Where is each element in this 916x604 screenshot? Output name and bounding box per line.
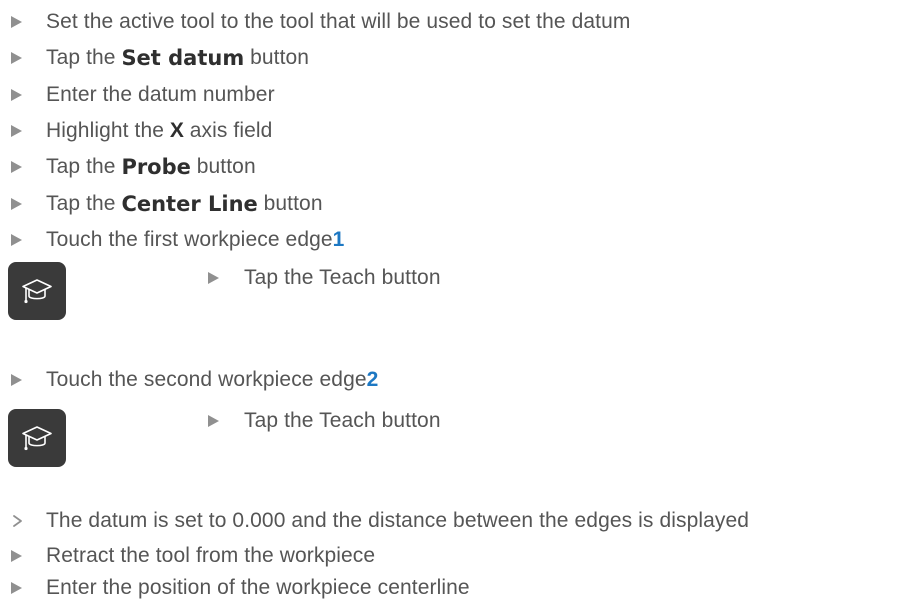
step-text-suffix: axis field <box>189 119 273 142</box>
step-text: Touch the second workpiece edge <box>46 368 367 391</box>
bullet-arrow-icon <box>0 198 46 210</box>
set-datum-label: Set datum <box>121 46 245 70</box>
teach-button <box>8 262 66 320</box>
step-text: Enter the datum number <box>46 83 275 106</box>
graduation-cap-icon <box>22 279 52 304</box>
list-item: Tap the Set datum button <box>0 42 309 74</box>
step-text: Tap the Teach button <box>244 266 441 289</box>
list-item: Tap the Probe button <box>0 151 256 183</box>
bullet-arrow-icon <box>0 52 46 64</box>
list-item: Tap the Teach button <box>204 262 441 294</box>
bullet-arrow-icon <box>204 272 244 284</box>
graduation-cap-icon <box>22 426 52 451</box>
edge-reference-2: 2 <box>366 368 379 391</box>
step-text: Tap the Teach button <box>244 409 441 432</box>
edge-reference-1: 1 <box>332 228 345 251</box>
step-text: Retract the tool from the workpiece <box>46 544 376 567</box>
result-text: The datum is set to 0.000 and the distan… <box>46 509 750 532</box>
step-text: Set the active tool to the tool that wil… <box>46 10 631 33</box>
list-item: Tap the Teach button <box>204 405 441 437</box>
probe-label: Probe <box>121 155 191 179</box>
bullet-arrow-icon <box>0 234 46 246</box>
step-text-prefix: Tap the <box>46 46 116 69</box>
teach-button <box>8 409 66 467</box>
step-text-prefix: Tap the <box>46 192 116 215</box>
list-item: Enter the datum number <box>0 79 275 111</box>
result-item: The datum is set to 0.000 and the distan… <box>0 505 749 537</box>
step-text: Enter the position of the workpiece cent… <box>46 576 470 599</box>
list-item: Touch the first workpiece edge 1 <box>0 224 344 256</box>
step-text-suffix: button <box>263 192 323 215</box>
axis-label: X <box>169 119 184 142</box>
list-item: Enter the position of the workpiece cent… <box>0 572 470 604</box>
list-item: Retract the tool from the workpiece <box>0 540 375 572</box>
bullet-arrow-icon <box>0 582 46 594</box>
list-item: Tap the Center Line button <box>0 188 323 220</box>
step-text-suffix: button <box>196 155 256 178</box>
step-text-suffix: button <box>250 46 310 69</box>
bullet-arrow-icon <box>0 550 46 562</box>
list-item: Touch the second workpiece edge 2 <box>0 364 378 396</box>
center-line-label: Center Line <box>121 192 258 216</box>
step-text-prefix: Highlight the <box>46 119 165 142</box>
result-chevron-icon <box>0 514 46 528</box>
bullet-arrow-icon <box>0 374 46 386</box>
list-item: Highlight the X axis field <box>0 115 272 147</box>
bullet-arrow-icon <box>0 16 46 28</box>
bullet-arrow-icon <box>0 161 46 173</box>
step-text-prefix: Tap the <box>46 155 116 178</box>
list-item: Set the active tool to the tool that wil… <box>0 6 630 38</box>
bullet-arrow-icon <box>204 415 244 427</box>
bullet-arrow-icon <box>0 89 46 101</box>
bullet-arrow-icon <box>0 125 46 137</box>
step-text: Touch the first workpiece edge <box>46 228 333 251</box>
